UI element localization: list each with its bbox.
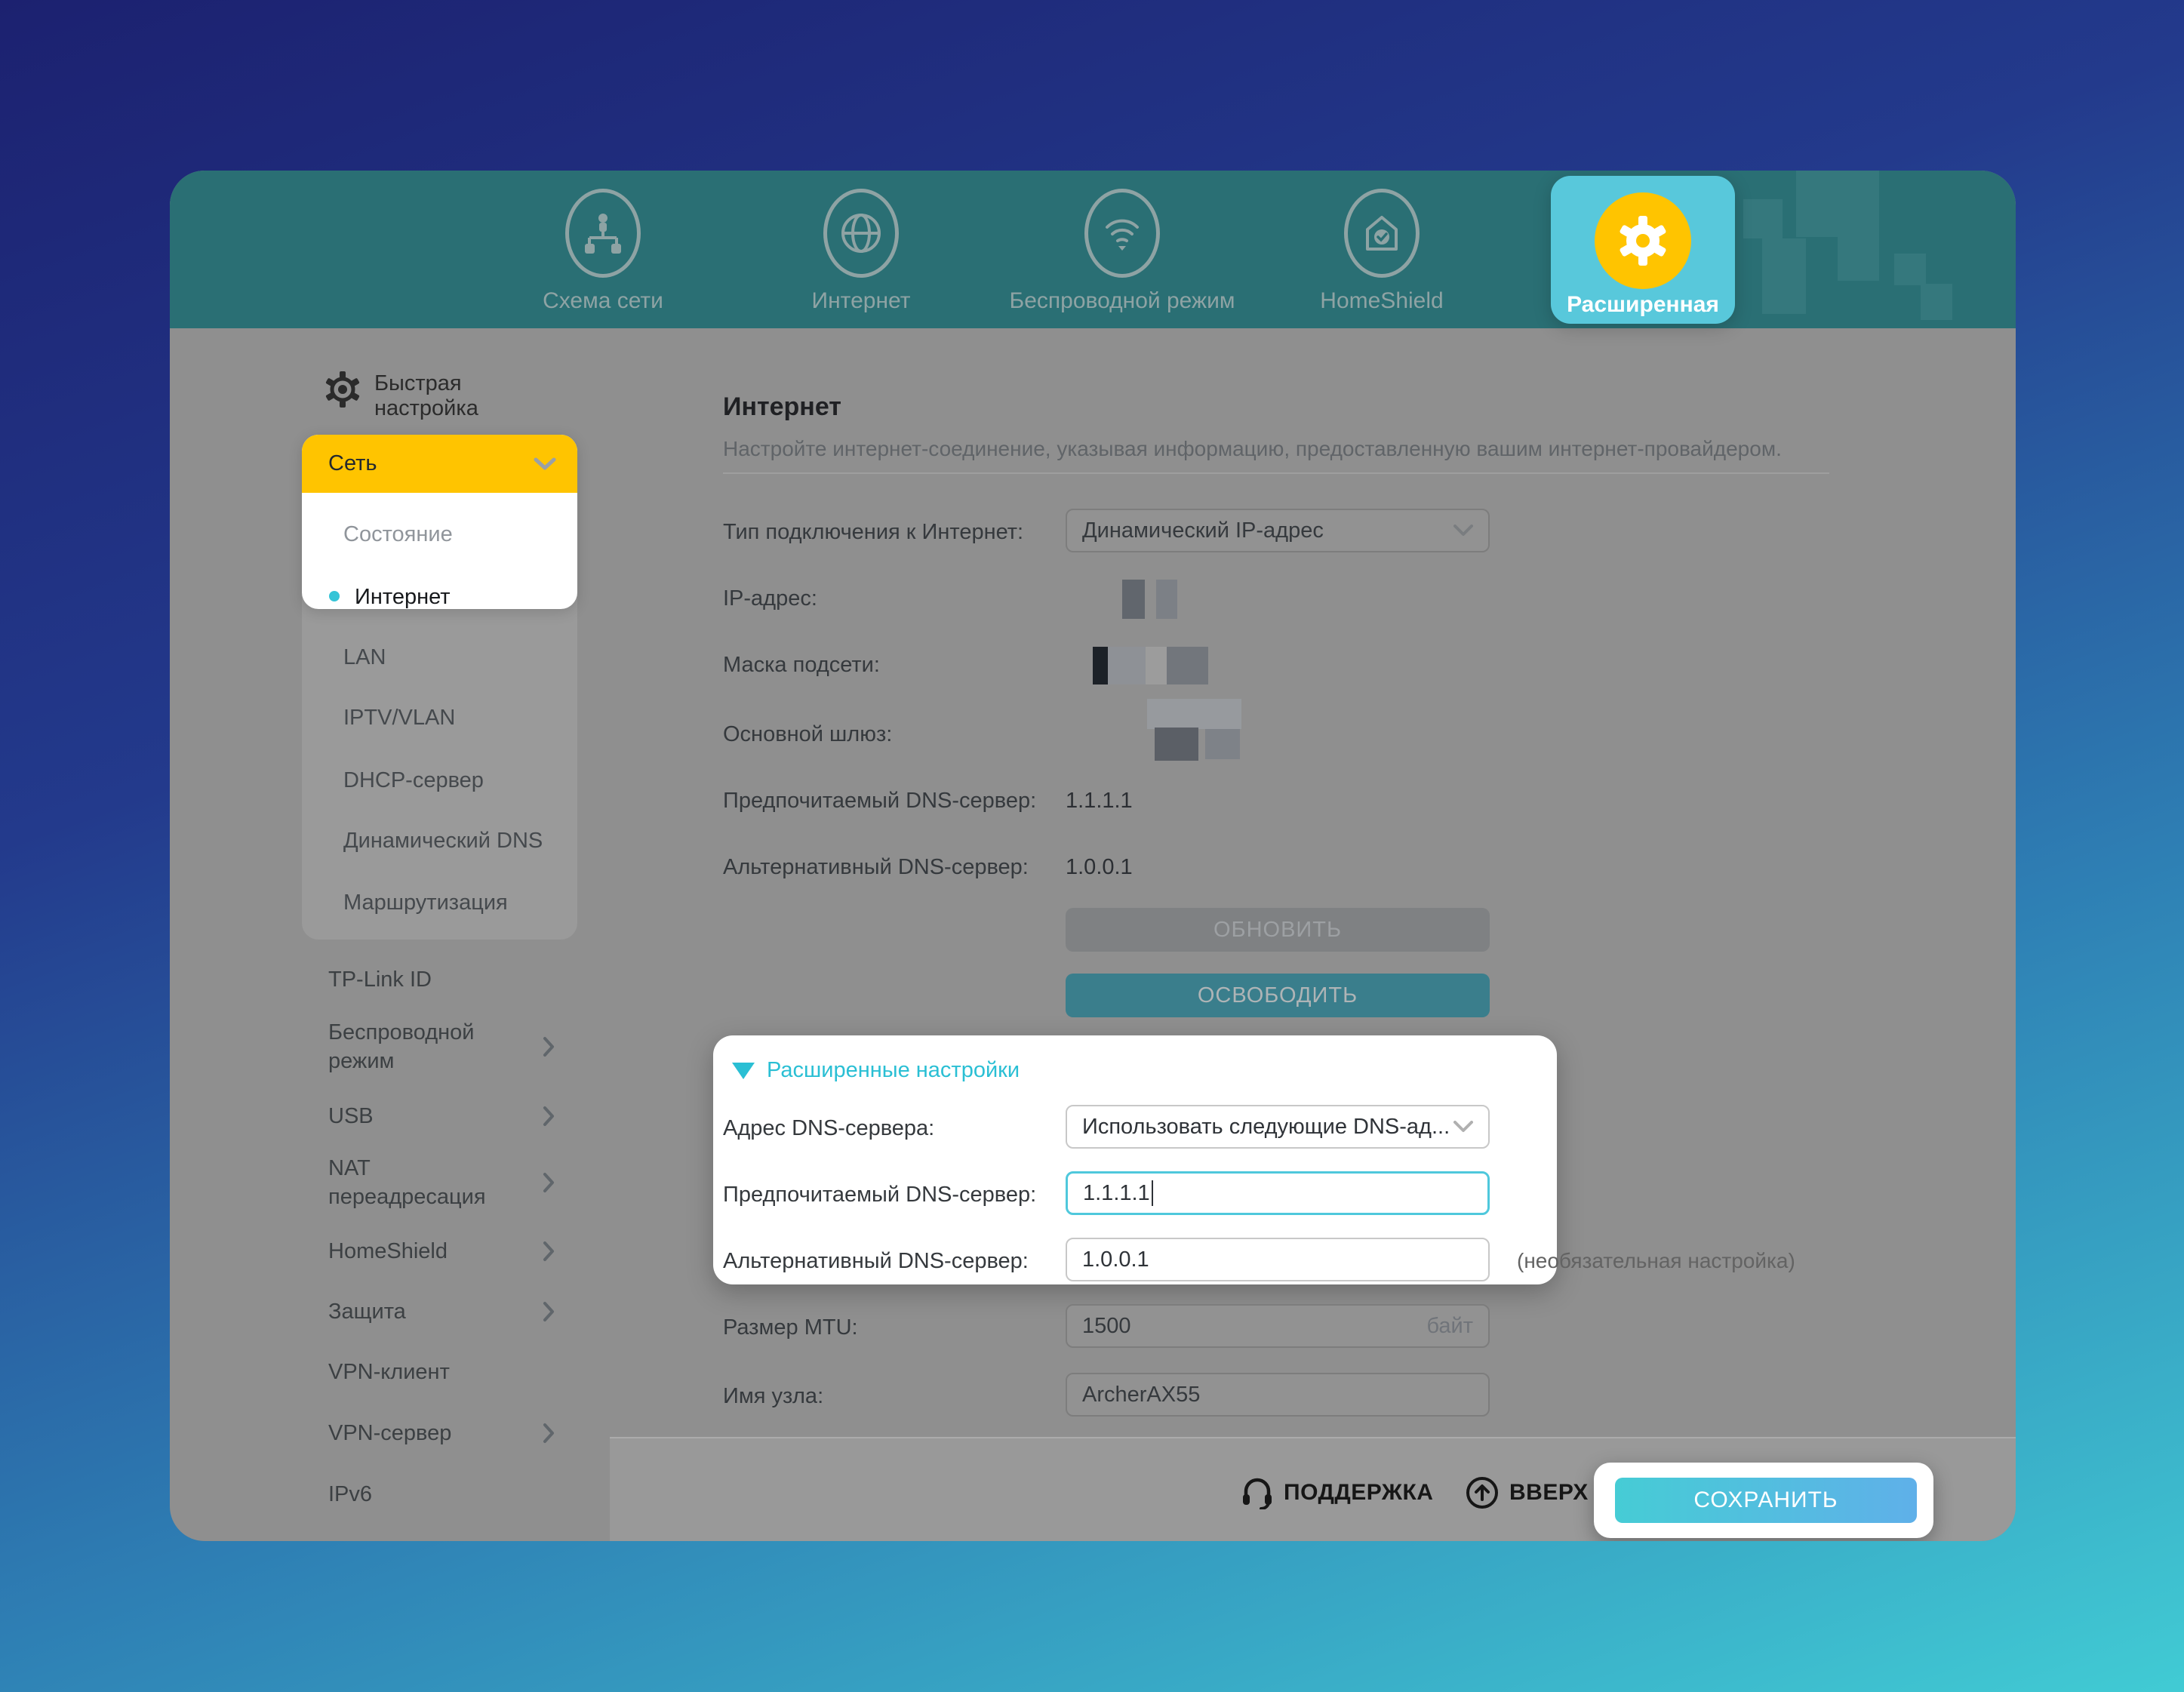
- redacted-value: [1147, 699, 1241, 729]
- tab-wireless[interactable]: Беспроводной режим: [1009, 189, 1235, 314]
- sidebar-item-label: Сеть: [328, 451, 377, 476]
- header-decor-block: [1921, 284, 1952, 320]
- header-decor-block: [1838, 237, 1879, 281]
- chevron-right-icon: [543, 1106, 555, 1127]
- chevron-down-icon: [1453, 1121, 1473, 1133]
- chevron-right-icon: [543, 1301, 555, 1322]
- header-decor-block: [1762, 238, 1806, 314]
- sidebar-item-security[interactable]: Защита: [328, 1297, 555, 1326]
- mtu-unit: байт: [1426, 1314, 1473, 1339]
- chevron-right-icon: [543, 1172, 555, 1193]
- triangle-down-icon: [732, 1063, 755, 1079]
- page-description: Настройте интернет-соединение, указывая …: [723, 437, 1782, 461]
- advanced-settings-toggle[interactable]: Расширенные настройки: [732, 1058, 1020, 1083]
- chevron-down-icon: [534, 457, 556, 471]
- tab-network-map[interactable]: Схема сети: [490, 189, 716, 314]
- sidebar-item-vpn-server[interactable]: VPN-сервер: [328, 1419, 555, 1447]
- redacted-value: [1122, 580, 1145, 619]
- wifi-icon: [1084, 189, 1160, 278]
- arrow-up-circle-icon: [1466, 1476, 1499, 1509]
- advanced-settings-title: Расширенные настройки: [767, 1058, 1020, 1083]
- optional-note: (необязательная настройка): [1517, 1249, 1795, 1273]
- gateway-label: Основной шлюз:: [723, 722, 892, 747]
- chevron-right-icon: [543, 1241, 555, 1262]
- globe-icon: [823, 189, 899, 278]
- sidebar-item-wireless[interactable]: Беспроводной режим: [328, 1018, 555, 1075]
- redacted-value: [1108, 647, 1146, 684]
- sidebar-item-homeshield[interactable]: HomeShield: [328, 1237, 555, 1266]
- sidebar-item-dynamic-dns[interactable]: Динамический DNS: [343, 829, 543, 854]
- dns-mode-label: Адрес DNS-сервера:: [723, 1116, 934, 1141]
- redacted-value: [1205, 729, 1240, 759]
- active-item-dot: [329, 591, 340, 601]
- tab-advanced-active[interactable]: Расширенная: [1551, 176, 1735, 324]
- redacted-value: [1156, 580, 1177, 619]
- sidebar-item-ipv6[interactable]: IPv6: [328, 1480, 555, 1509]
- subnet-mask-label: Маска подсети:: [723, 653, 880, 678]
- redacted-value: [1155, 728, 1198, 761]
- tab-label: HomeShield: [1320, 288, 1443, 314]
- adv-alternate-dns-label: Альтернативный DNS-сервер:: [723, 1249, 1029, 1274]
- mtu-label: Размер MTU:: [723, 1315, 858, 1340]
- save-button[interactable]: СОХРАНИТЬ: [1615, 1478, 1917, 1523]
- connection-type-select[interactable]: Динамический IP-адрес: [1066, 509, 1490, 552]
- back-to-top-link[interactable]: ВВЕРХ: [1466, 1476, 1589, 1509]
- renew-button[interactable]: ОБНОВИТЬ: [1066, 908, 1490, 952]
- header-decor-block: [1743, 199, 1783, 238]
- sidebar-item-vpn-client[interactable]: VPN-клиент: [328, 1358, 555, 1386]
- sidebar-item-lan[interactable]: LAN: [343, 645, 386, 670]
- hostname-label: Имя узла:: [723, 1384, 823, 1409]
- tab-label: Беспроводной режим: [1010, 288, 1235, 314]
- desktop-background: Схема сети Интернет: [0, 0, 2184, 1692]
- sidebar-item-internet-active[interactable]: Интернет: [355, 585, 451, 610]
- headset-icon: [1241, 1476, 1273, 1509]
- divider: [723, 472, 1829, 474]
- sidebar-item-label: Быстрая настройка: [374, 371, 525, 421]
- quick-setup-gear-icon: [325, 371, 361, 408]
- sidebar-item-dhcp-server[interactable]: DHCP-сервер: [343, 768, 484, 793]
- release-button[interactable]: ОСВОБОДИТЬ: [1066, 974, 1490, 1017]
- dns-mode-select[interactable]: Использовать следующие DNS-ад...: [1066, 1105, 1490, 1149]
- preferred-dns-label: Предпочитаемый DNS-сервер:: [723, 789, 1036, 814]
- sidebar-item-network[interactable]: Сеть: [302, 435, 577, 493]
- redacted-value: [1167, 647, 1208, 684]
- network-map-icon: [565, 189, 641, 278]
- sidebar-item-quick-setup[interactable]: Быстрая настройка: [325, 371, 525, 421]
- sidebar-item-nat-forwarding[interactable]: NAT переадресация: [328, 1154, 555, 1211]
- redacted-value: [1146, 647, 1167, 684]
- adv-preferred-dns-label: Предпочитаемый DNS-сервер:: [723, 1183, 1036, 1207]
- homeshield-icon: [1344, 189, 1420, 278]
- adv-preferred-dns-input[interactable]: 1.1.1.1: [1066, 1171, 1490, 1215]
- text-caret: [1152, 1180, 1153, 1206]
- tab-homeshield[interactable]: HomeShield: [1269, 189, 1495, 314]
- ip-address-label: IP-адрес:: [723, 586, 817, 611]
- sidebar-item-iptv-vlan[interactable]: IPTV/VLAN: [343, 706, 455, 731]
- router-admin-window: Схема сети Интернет: [170, 171, 2016, 1541]
- page-title: Интернет: [723, 392, 841, 422]
- adv-alternate-dns-input[interactable]: 1.0.0.1: [1066, 1238, 1490, 1281]
- redacted-value: [1093, 647, 1108, 684]
- tab-label: Расширенная: [1567, 292, 1719, 318]
- tab-label: Интернет: [812, 288, 911, 314]
- chevron-right-icon: [543, 1036, 555, 1057]
- header-decor-block: [1894, 254, 1926, 285]
- alternate-dns-label: Альтернативный DNS-сервер:: [723, 855, 1029, 880]
- gear-icon: [1595, 192, 1691, 289]
- alternate-dns-value: 1.0.0.1: [1066, 855, 1133, 880]
- sidebar-item-status[interactable]: Состояние: [343, 522, 453, 547]
- top-nav-bar: Схема сети Интернет: [170, 171, 2016, 328]
- tab-label: Схема сети: [543, 288, 663, 314]
- preferred-dns-value: 1.1.1.1: [1066, 789, 1133, 814]
- tab-internet[interactable]: Интернет: [748, 189, 974, 314]
- support-link[interactable]: ПОДДЕРЖКА: [1241, 1476, 1433, 1509]
- chevron-right-icon: [543, 1423, 555, 1444]
- mtu-input[interactable]: 1500 байт: [1066, 1304, 1490, 1348]
- connection-type-label: Тип подключения к Интернет:: [723, 520, 1023, 545]
- sidebar-item-routing[interactable]: Маршрутизация: [343, 891, 508, 915]
- sidebar-item-usb[interactable]: USB: [328, 1102, 555, 1131]
- sidebar-item-tplink-id[interactable]: TP-Link ID: [328, 965, 555, 994]
- header-decor-block: [1796, 171, 1879, 237]
- chevron-down-icon: [1453, 525, 1473, 537]
- hostname-input[interactable]: ArcherAX55: [1066, 1373, 1490, 1417]
